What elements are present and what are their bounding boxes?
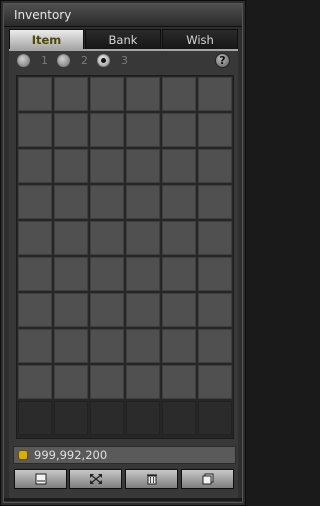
sort-button[interactable]: [14, 469, 67, 489]
inventory-slot[interactable]: [162, 149, 196, 183]
inventory-slot[interactable]: [18, 329, 52, 363]
inventory-slot[interactable]: [198, 149, 232, 183]
inventory-slot[interactable]: [54, 221, 88, 255]
expand-button[interactable]: [69, 469, 122, 489]
inventory-slot[interactable]: [126, 77, 160, 111]
inventory-slot[interactable]: [90, 113, 124, 147]
inventory-slot[interactable]: [90, 149, 124, 183]
inventory-slot[interactable]: [126, 257, 160, 291]
inventory-slot[interactable]: [90, 329, 124, 363]
inventory-slot[interactable]: [126, 221, 160, 255]
inventory-slot[interactable]: [162, 293, 196, 327]
page-3-radio[interactable]: [97, 54, 110, 67]
locked-slot: [90, 401, 124, 435]
inventory-slot[interactable]: [54, 365, 88, 399]
help-button[interactable]: ?: [215, 53, 230, 68]
inventory-slot[interactable]: [54, 293, 88, 327]
inventory-slot[interactable]: [126, 293, 160, 327]
inventory-slot[interactable]: [90, 293, 124, 327]
inventory-slot[interactable]: [198, 77, 232, 111]
inventory-slot[interactable]: [126, 185, 160, 219]
stack-icon: [202, 473, 213, 485]
inventory-slot[interactable]: [162, 113, 196, 147]
inventory-slot[interactable]: [90, 221, 124, 255]
inventory-slot[interactable]: [18, 113, 52, 147]
inventory-slot[interactable]: [18, 221, 52, 255]
inventory-slot[interactable]: [198, 185, 232, 219]
page-3-label: 3: [121, 54, 128, 67]
locked-slot: [198, 401, 232, 435]
trash-icon: [146, 474, 157, 485]
inventory-slot[interactable]: [90, 185, 124, 219]
page-1-radio[interactable]: [17, 54, 30, 67]
locked-slot: [162, 401, 196, 435]
money-amount: 999,992,200: [34, 448, 108, 462]
title-bar[interactable]: Inventory: [4, 4, 242, 27]
tab-bank[interactable]: Bank: [85, 29, 161, 49]
inventory-slot[interactable]: [126, 149, 160, 183]
inventory-slot[interactable]: [198, 221, 232, 255]
inventory-slot[interactable]: [198, 329, 232, 363]
inventory-slot[interactable]: [198, 113, 232, 147]
inventory-slot[interactable]: [18, 257, 52, 291]
inventory-slot[interactable]: [54, 257, 88, 291]
expand-arrows-icon: [89, 474, 102, 484]
inventory-slot[interactable]: [126, 113, 160, 147]
inventory-slot[interactable]: [54, 329, 88, 363]
inventory-slot[interactable]: [162, 257, 196, 291]
page-1-label: 1: [41, 54, 48, 67]
locked-slot: [18, 401, 52, 435]
inventory-slot[interactable]: [18, 365, 52, 399]
inventory-slot[interactable]: [162, 221, 196, 255]
inventory-slot[interactable]: [90, 257, 124, 291]
inventory-slot[interactable]: [162, 329, 196, 363]
inventory-slot[interactable]: [54, 77, 88, 111]
gold-coin-icon: [18, 450, 28, 460]
locked-slot: [54, 401, 88, 435]
window-title: Inventory: [14, 8, 72, 22]
tab-wish[interactable]: Wish: [162, 29, 238, 49]
inventory-slot[interactable]: [18, 185, 52, 219]
inventory-slot[interactable]: [162, 77, 196, 111]
inventory-window: Inventory Item Bank Wish 1 2 3 ? 999,992…: [0, 0, 246, 506]
trash-button[interactable]: [125, 469, 178, 489]
inventory-slot[interactable]: [126, 329, 160, 363]
page-2-radio[interactable]: [57, 54, 70, 67]
inventory-slot[interactable]: [18, 293, 52, 327]
inventory-slot[interactable]: [18, 77, 52, 111]
stack-button[interactable]: [181, 469, 234, 489]
inventory-slot[interactable]: [90, 77, 124, 111]
inventory-slot[interactable]: [162, 365, 196, 399]
inventory-slot[interactable]: [54, 113, 88, 147]
inventory-slot[interactable]: [90, 365, 124, 399]
locked-slot: [126, 401, 160, 435]
inventory-slot[interactable]: [198, 257, 232, 291]
window-bottom-edge: [4, 498, 242, 501]
inventory-slot[interactable]: [126, 365, 160, 399]
inventory-slot[interactable]: [54, 149, 88, 183]
window-icon: [35, 473, 46, 485]
tab-bar: Item Bank Wish: [9, 29, 238, 49]
money-bar: 999,992,200: [13, 446, 236, 464]
inventory-slot[interactable]: [198, 293, 232, 327]
inventory-slot[interactable]: [54, 185, 88, 219]
inventory-slot[interactable]: [18, 149, 52, 183]
inventory-slot[interactable]: [162, 185, 196, 219]
tab-item[interactable]: Item: [9, 29, 84, 49]
inventory-grid: [16, 75, 234, 439]
page-2-label: 2: [81, 54, 88, 67]
inventory-slot[interactable]: [198, 365, 232, 399]
